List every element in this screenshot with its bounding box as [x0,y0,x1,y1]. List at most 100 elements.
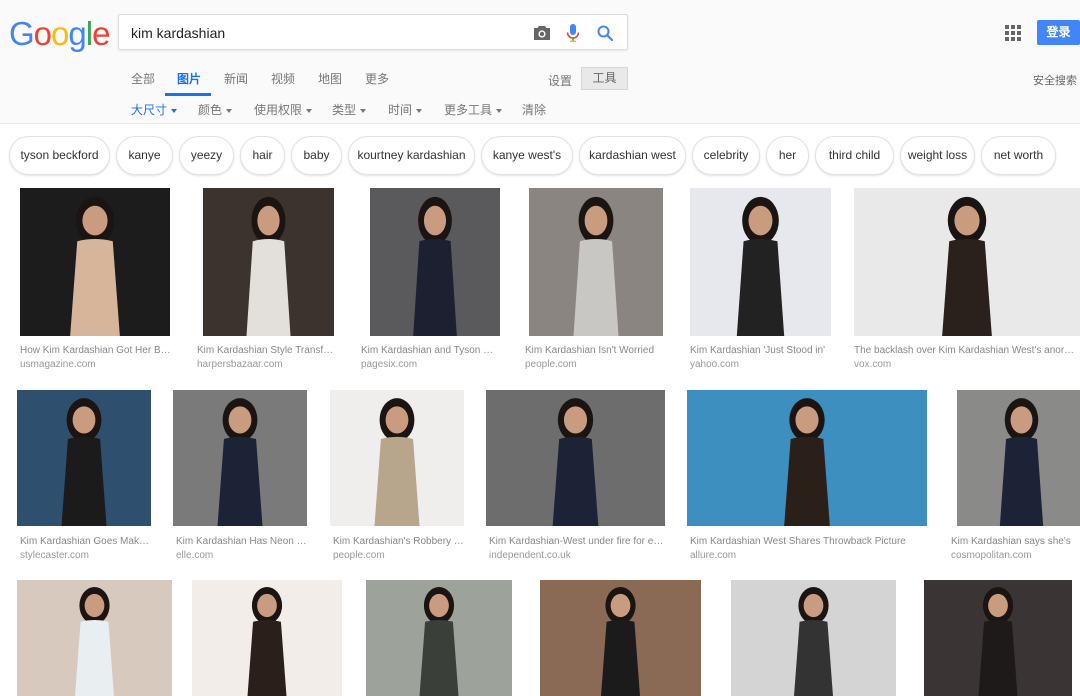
result-source[interactable]: elle.com [176,549,213,562]
related-chip[interactable]: tyson beckford [9,136,110,175]
photo-placeholder [942,196,992,336]
result-title[interactable]: Kim Kardashian 'Just Stood in' [690,344,832,357]
result-title[interactable]: Kim Kardashian says she's [951,535,1080,548]
result-source[interactable]: usmagazine.com [20,358,96,371]
result-source[interactable]: harpersbazaar.com [197,358,283,371]
result-thumbnail[interactable] [17,580,172,696]
filter-type[interactable]: 类型 [332,101,367,118]
result-title[interactable]: Kim Kardashian-West under fire for editi… [489,535,667,548]
search-input[interactable] [131,23,521,43]
search-box[interactable] [118,14,628,50]
tab-videos[interactable]: 视频 [271,70,295,87]
chevron-down-icon [306,108,313,113]
logo-letter: o [33,15,52,52]
result-thumbnail[interactable] [366,580,512,696]
logo-letter: e [92,15,110,52]
result-source[interactable]: allure.com [690,549,736,562]
result-thumbnail[interactable] [370,188,500,336]
photo-placeholder [794,586,833,696]
camera-icon[interactable] [530,21,554,45]
tools-button[interactable]: 工具 [581,67,628,90]
result-title[interactable]: Kim Kardashian Has Neon Hair [176,535,308,548]
result-thumbnail[interactable] [529,188,663,336]
result-thumbnail[interactable] [330,390,464,526]
result-thumbnail[interactable] [731,580,896,696]
result-title[interactable]: How Kim Kardashian Got Her Body Back [20,344,172,357]
result-thumbnail[interactable] [20,188,170,336]
result-thumbnail[interactable] [924,580,1072,696]
related-chip[interactable]: her [766,136,809,175]
photo-placeholder [70,196,120,336]
tab-maps[interactable]: 地图 [318,70,342,87]
related-chip[interactable]: celebrity [692,136,760,175]
result-thumbnail[interactable] [192,580,342,696]
result-source[interactable]: vox.com [854,358,891,371]
tab-more[interactable]: 更多 [365,70,389,87]
chevron-down-icon [226,108,233,113]
result-thumbnail[interactable] [957,390,1080,526]
result-title[interactable]: Kim Kardashian Isn't Worried [525,344,662,357]
result-title[interactable]: The backlash over Kim Kardashian West's … [854,344,1078,357]
active-tab-indicator [165,93,211,96]
result-thumbnail[interactable] [854,188,1080,336]
filter-label: 时间 [388,103,413,117]
result-thumbnail[interactable] [17,390,151,526]
result-thumbnail[interactable] [203,188,334,336]
related-chip[interactable]: kardashian west [579,136,686,175]
filter-usage-rights[interactable]: 使用权限 [254,101,313,118]
related-chip[interactable]: yeezy [179,136,234,175]
login-button[interactable]: 登录 [1037,20,1080,45]
filter-size[interactable]: 大尺寸 [131,101,178,118]
result-source[interactable]: people.com [525,358,577,371]
photo-placeholder [217,398,263,526]
chevron-down-icon [496,108,503,113]
related-chip[interactable]: baby [291,136,342,175]
related-search-chips: tyson beckford kanye yeezy hair baby kou… [9,136,1080,176]
photo-placeholder [75,586,114,696]
filter-more-tools[interactable]: 更多工具 [444,101,503,118]
related-chip[interactable]: kanye [116,136,173,175]
related-chip[interactable]: hair [240,136,285,175]
filter-label: 大尺寸 [131,103,168,117]
result-title[interactable]: Kim Kardashian and Tyson Beckford [361,344,496,357]
result-title[interactable]: Kim Kardashian West Shares Throwback Pic… [690,535,926,548]
filter-label: 更多工具 [444,103,493,117]
tab-news[interactable]: 新闻 [224,70,248,87]
tab-all[interactable]: 全部 [131,70,155,87]
result-title[interactable]: Kim Kardashian's Robbery Trial [333,535,465,548]
chevron-down-icon [171,108,178,113]
photo-placeholder [247,586,287,696]
result-thumbnail[interactable] [687,390,927,526]
result-thumbnail[interactable] [540,580,701,696]
microphone-icon[interactable] [561,21,585,45]
result-title[interactable]: Kim Kardashian Goes Makeup-Free [20,535,150,548]
filter-label: 颜色 [198,103,223,117]
related-chip[interactable]: third child [815,136,894,175]
result-source[interactable]: independent.co.uk [489,549,571,562]
result-source[interactable]: pagesix.com [361,358,417,371]
related-chip[interactable]: kourtney kardashian [348,136,475,175]
result-source[interactable]: stylecaster.com [20,549,89,562]
result-source[interactable]: yahoo.com [690,358,739,371]
settings-link[interactable]: 设置 [548,72,572,89]
search-icon[interactable] [593,21,617,45]
related-chip[interactable]: net worth [981,136,1056,175]
related-chip[interactable]: kanye west's [481,136,573,175]
filter-clear[interactable]: 清除 [522,101,546,118]
result-thumbnail[interactable] [690,188,831,336]
chevron-down-icon [360,108,367,113]
google-logo[interactable]: Google [9,14,110,54]
filter-time[interactable]: 时间 [388,101,423,118]
filter-color[interactable]: 颜色 [198,101,233,118]
result-source[interactable]: cosmopolitan.com [951,549,1032,562]
logo-letter: G [9,15,35,52]
result-thumbnail[interactable] [486,390,665,526]
tab-images[interactable]: 图片 [177,70,201,87]
result-thumbnail[interactable] [173,390,307,526]
related-chip[interactable]: weight loss [900,136,975,175]
result-source[interactable]: people.com [333,549,385,562]
apps-grid-icon[interactable] [1005,25,1021,41]
result-title[interactable]: Kim Kardashian Style Transformation [197,344,335,357]
photo-placeholder [419,586,459,696]
safe-search-menu[interactable]: 安全搜索 [1033,72,1080,88]
